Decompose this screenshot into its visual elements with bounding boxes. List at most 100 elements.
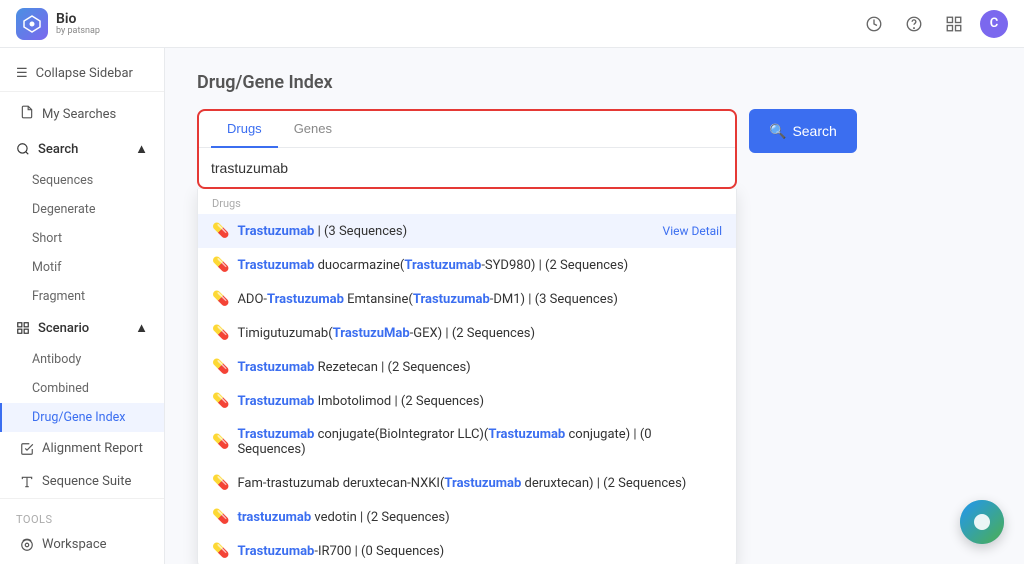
drug-icon-4: 💊 xyxy=(212,359,229,375)
sidebar: ☰ Collapse Sidebar My Searches Search ▲ … xyxy=(0,48,165,564)
item-name-3: Timigutuzumab(TrastuzuMab-GEX) | (2 Sequ… xyxy=(237,326,535,341)
dropdown-label: Drugs xyxy=(198,189,736,214)
search-input[interactable] xyxy=(211,160,723,176)
item-left: 💊 Trastuzumab conjugate(BioIntegrator LL… xyxy=(212,427,722,457)
collapse-sidebar-button[interactable]: ☰ Collapse Sidebar xyxy=(0,56,164,92)
drug-icon-1: 💊 xyxy=(212,257,229,273)
sidebar-item-short[interactable]: Short xyxy=(0,224,164,253)
item-name-0: Trastuzumab | (3 Sequences) xyxy=(237,224,407,239)
sidebar-my-searches-label: My Searches xyxy=(42,107,116,122)
grid-icon[interactable] xyxy=(940,10,968,38)
sidebar-item-sequences[interactable]: Sequences xyxy=(0,166,164,195)
drug-icon-8: 💊 xyxy=(212,509,229,525)
sidebar-item-motif[interactable]: Motif xyxy=(0,253,164,282)
body: ☰ Collapse Sidebar My Searches Search ▲ … xyxy=(0,48,1024,564)
header-actions: C xyxy=(860,10,1008,38)
drug-icon-0: 💊 xyxy=(212,223,229,239)
tab-drugs[interactable]: Drugs xyxy=(211,111,278,148)
view-detail-link[interactable]: View Detail xyxy=(663,224,722,238)
search-section-icon xyxy=(16,142,30,156)
list-item[interactable]: 💊 Trastuzumab Imbotolimod | (2 Sequences… xyxy=(198,384,736,418)
header: Bio by patsnap C xyxy=(0,0,1024,48)
list-item[interactable]: 💊 Timigutuzumab(TrastuzuMab-GEX) | (2 Se… xyxy=(198,316,736,350)
item-left: 💊 ADO-Trastuzumab Emtansine(Trastuzumab-… xyxy=(212,291,618,307)
item-name-1: Trastuzumab duocarmazine(Trastuzumab-SYD… xyxy=(237,258,628,273)
sidebar-search-section[interactable]: Search ▲ xyxy=(0,132,164,166)
list-item[interactable]: 💊 Trastuzumab conjugate(BioIntegrator LL… xyxy=(198,418,736,466)
logo-text: Bio by patsnap xyxy=(56,12,100,36)
item-left: 💊 Trastuzumab-IR700 | (0 Sequences) xyxy=(212,543,444,559)
sidebar-search-label: Search xyxy=(38,142,78,157)
search-panel: Drugs Genes xyxy=(197,109,737,189)
sidebar-item-fragment[interactable]: Fragment xyxy=(0,282,164,311)
item-name-2: ADO-Trastuzumab Emtansine(Trastuzumab-DM… xyxy=(237,292,617,307)
item-name-6: Trastuzumab conjugate(BioIntegrator LLC)… xyxy=(237,427,722,457)
chevron-up-icon2: ▲ xyxy=(135,320,148,336)
logo: Bio by patsnap xyxy=(16,8,100,40)
sidebar-item-degenerate[interactable]: Degenerate xyxy=(0,195,164,224)
search-btn-label: Search xyxy=(792,123,836,139)
search-btn-icon: 🔍 xyxy=(769,123,786,140)
dropdown-results: Drugs 💊 Trastuzumab | (3 Sequences) View… xyxy=(197,189,737,564)
item-left: 💊 Timigutuzumab(TrastuzuMab-GEX) | (2 Se… xyxy=(212,325,535,341)
list-item[interactable]: 💊 trastuzumab vedotin | (2 Sequences) xyxy=(198,500,736,534)
workspace-label: Workspace xyxy=(42,537,107,552)
avatar[interactable]: C xyxy=(980,10,1008,38)
alignment-icon xyxy=(20,442,34,456)
logo-title: Bio xyxy=(56,12,100,26)
collapse-sidebar-icon: ☰ xyxy=(16,66,28,81)
sidebar-footer: Tools Workspace xyxy=(0,498,164,561)
sidebar-item-alignment-report[interactable]: Alignment Report xyxy=(4,432,160,465)
drug-icon-9: 💊 xyxy=(212,543,229,559)
sidebar-alignment-label: Alignment Report xyxy=(42,441,143,456)
logo-icon xyxy=(16,8,48,40)
sequence-suite-icon xyxy=(20,475,34,489)
item-left: 💊 trastuzumab vedotin | (2 Sequences) xyxy=(212,509,450,525)
sidebar-item-sequence-suite[interactable]: Sequence Suite xyxy=(4,465,160,498)
sidebar-sequence-suite-label: Sequence Suite xyxy=(42,474,131,489)
item-left: 💊 Trastuzumab | (3 Sequences) xyxy=(212,223,407,239)
item-left: 💊 Trastuzumab Imbotolimod | (2 Sequences… xyxy=(212,393,484,409)
drug-icon-7: 💊 xyxy=(212,475,229,491)
sidebar-item-combined[interactable]: Combined xyxy=(0,374,164,403)
tabs-row: Drugs Genes xyxy=(199,111,735,148)
sidebar-scenario-section[interactable]: Scenario ▲ xyxy=(0,311,164,345)
item-name-5: Trastuzumab Imbotolimod | (2 Sequences) xyxy=(237,394,484,409)
item-name-4: Trastuzumab Rezetecan | (2 Sequences) xyxy=(237,360,470,375)
list-item[interactable]: 💊 Trastuzumab duocarmazine(Trastuzumab-S… xyxy=(198,248,736,282)
help-icon[interactable] xyxy=(900,10,928,38)
fab-button[interactable] xyxy=(960,500,1004,544)
page-title: Drug/Gene Index xyxy=(197,72,992,93)
my-searches-icon xyxy=(20,105,34,123)
item-left: 💊 Fam-trastuzumab deruxtecan-NXKI(Trastu… xyxy=(212,475,686,491)
item-left: 💊 Trastuzumab duocarmazine(Trastuzumab-S… xyxy=(212,257,628,273)
scenario-icon xyxy=(16,321,30,335)
logo-sub: by patsnap xyxy=(56,26,100,36)
drug-icon-6: 💊 xyxy=(212,434,229,450)
sidebar-item-antibody[interactable]: Antibody xyxy=(0,345,164,374)
main-content: Drug/Gene Index Drugs Genes 🔍 Search xyxy=(165,48,1024,564)
item-name-9: Trastuzumab-IR700 | (0 Sequences) xyxy=(237,544,444,559)
drug-icon-2: 💊 xyxy=(212,291,229,307)
list-item[interactable]: 💊 Trastuzumab | (3 Sequences) View Detai… xyxy=(198,214,736,248)
list-item[interactable]: 💊 ADO-Trastuzumab Emtansine(Trastuzumab-… xyxy=(198,282,736,316)
sidebar-scenario-label: Scenario xyxy=(38,321,89,336)
search-input-row xyxy=(199,148,735,187)
search-button[interactable]: 🔍 Search xyxy=(749,109,857,153)
tools-label: Tools xyxy=(0,507,164,528)
list-item[interactable]: 💊 Trastuzumab Rezetecan | (2 Sequences) xyxy=(198,350,736,384)
search-and-results: Drugs Genes 🔍 Search Drugs 💊 xyxy=(197,109,992,564)
history-icon[interactable] xyxy=(860,10,888,38)
list-item[interactable]: 💊 Trastuzumab-IR700 | (0 Sequences) xyxy=(198,534,736,564)
sidebar-item-workspace[interactable]: Workspace xyxy=(4,528,160,561)
collapse-sidebar-label: Collapse Sidebar xyxy=(36,66,133,81)
item-left: 💊 Trastuzumab Rezetecan | (2 Sequences) xyxy=(212,359,471,375)
sidebar-item-my-searches[interactable]: My Searches xyxy=(4,96,160,132)
item-name-7: Fam-trastuzumab deruxtecan-NXKI(Trastuzu… xyxy=(237,476,686,491)
tab-genes[interactable]: Genes xyxy=(278,111,348,148)
chevron-up-icon: ▲ xyxy=(135,141,148,157)
item-name-8: trastuzumab vedotin | (2 Sequences) xyxy=(237,510,449,525)
sidebar-item-drug-gene-index[interactable]: Drug/Gene Index xyxy=(0,403,164,432)
drug-icon-5: 💊 xyxy=(212,393,229,409)
list-item[interactable]: 💊 Fam-trastuzumab deruxtecan-NXKI(Trastu… xyxy=(198,466,736,500)
